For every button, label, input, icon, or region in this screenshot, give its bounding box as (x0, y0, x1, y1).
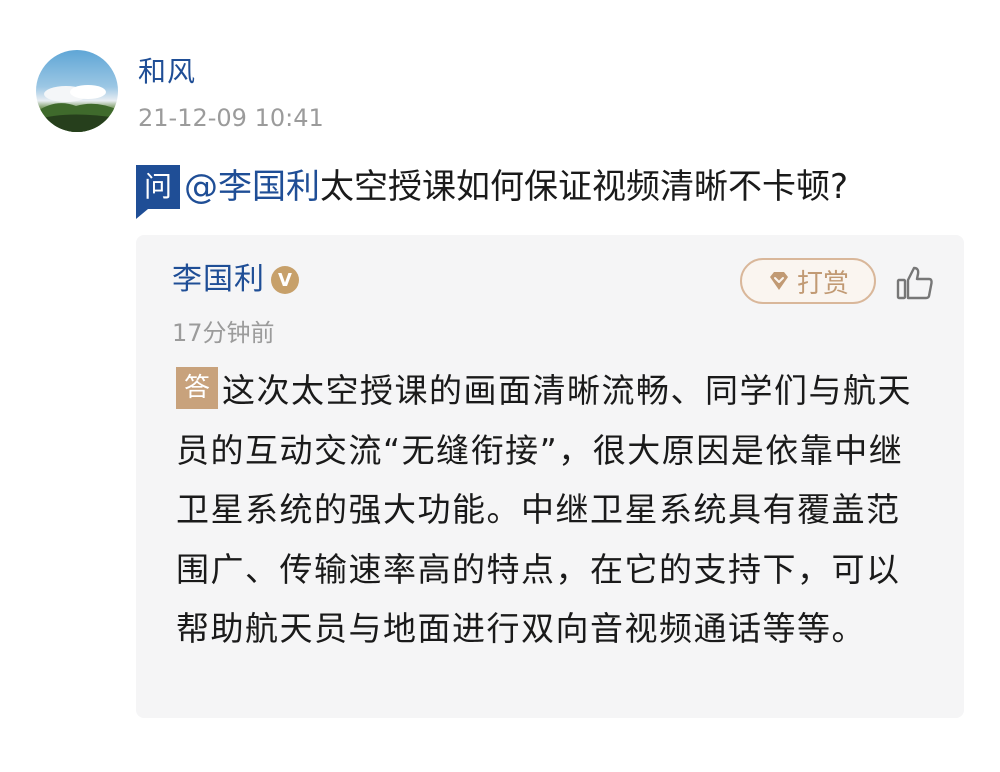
question-text: 太空授课如何保证视频清晰不卡顿? (320, 167, 849, 207)
landscape-avatar-image (36, 85, 118, 132)
tip-label: 打赏 (796, 268, 849, 299)
answerer-row: 李国利 V (172, 265, 299, 295)
question-timestamp: 21-12-09 10:41 (138, 104, 324, 132)
answer-badge: 答 (176, 367, 218, 409)
tip-button[interactable]: 打赏 (740, 258, 876, 304)
answer-card: 李国利 V 17分钟前 打赏 答这次太空授课的画面清晰流畅、同学们与航天员的互动… (136, 235, 964, 718)
verified-v-icon: V (271, 266, 299, 294)
answerer-name[interactable]: 李国利 (172, 265, 265, 295)
answer-text: 这次太空授课的画面清晰流畅、同学们与航天员的互动交流“无缝衔接”，很大原因是依靠… (176, 371, 912, 648)
question-line: 问 @李国利 太空授课如何保证视频清晰不卡顿? (136, 163, 849, 219)
mention-link[interactable]: @李国利 (184, 170, 320, 204)
asker-avatar[interactable] (36, 50, 118, 132)
asker-name[interactable]: 和风 (138, 58, 196, 86)
answer-time: 17分钟前 (172, 319, 275, 347)
thumbs-up-icon[interactable] (896, 265, 934, 301)
answer-body: 答这次太空授课的画面清晰流畅、同学们与航天员的互动交流“无缝衔接”，很大原因是依… (176, 361, 916, 659)
gem-icon (769, 272, 788, 290)
question-badge: 问 (136, 165, 180, 219)
